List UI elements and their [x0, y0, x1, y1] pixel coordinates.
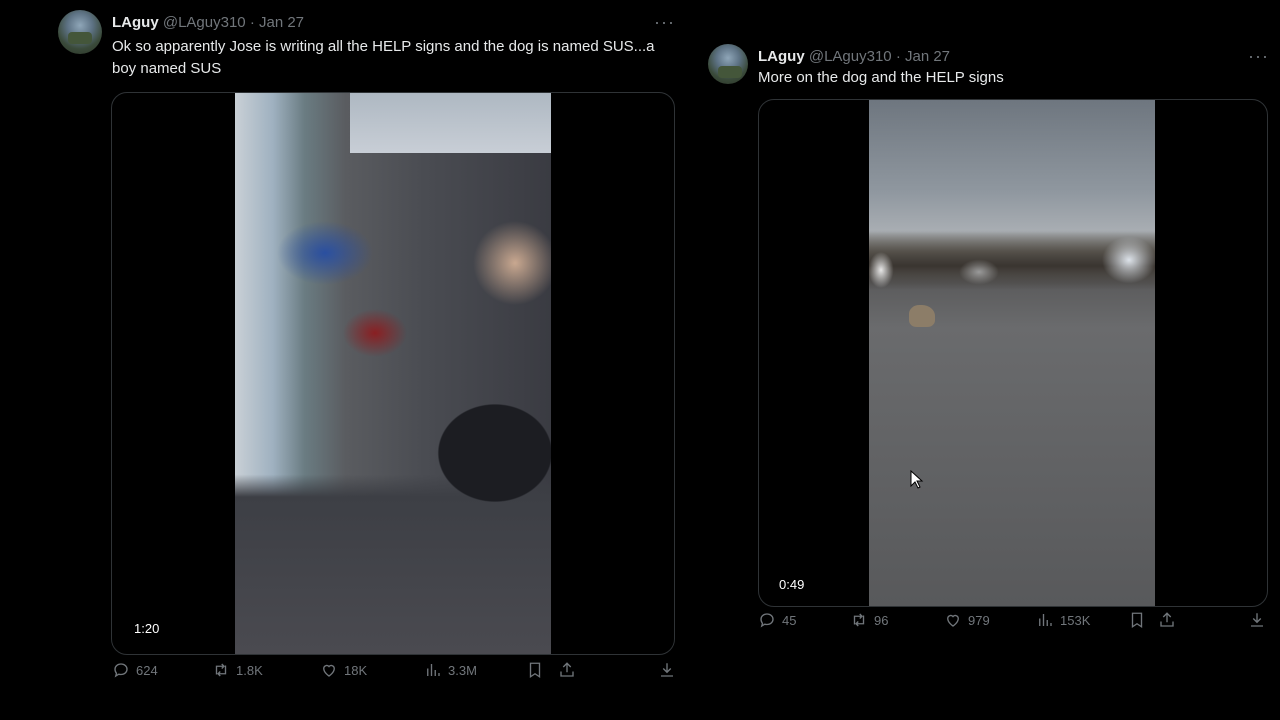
views-button[interactable]: 3.3M: [424, 661, 477, 679]
separator: ·: [249, 14, 255, 31]
view-count: 3.3M: [448, 662, 477, 678]
download-icon: [1251, 613, 1263, 627]
download-button[interactable]: [1248, 611, 1266, 629]
retweet-count: 1.8K: [236, 662, 263, 678]
tweet-text: Ok so apparently Jose is writing all the…: [112, 38, 655, 77]
more-options-icon[interactable]: ···: [654, 12, 675, 33]
views-button[interactable]: 153K: [1036, 611, 1090, 629]
like-count: 18K: [344, 662, 368, 678]
display-name[interactable]: LAguy: [112, 14, 159, 31]
share-icon: [1160, 612, 1174, 627]
reply-icon: [114, 663, 128, 678]
like-button[interactable]: 18K: [320, 661, 367, 679]
share-button[interactable]: [1158, 611, 1176, 629]
like-count: 979: [968, 612, 990, 628]
reply-button[interactable]: 624: [112, 661, 158, 679]
retweet-icon: [215, 663, 227, 677]
separator: ·: [895, 48, 901, 65]
bookmark-button[interactable]: [1128, 611, 1146, 629]
retweet-icon: [853, 613, 865, 627]
bookmark-icon: [1131, 612, 1143, 629]
video-player[interactable]: 0:49: [758, 99, 1268, 607]
tweet-header: LAguy @LAguy310 · Jan 27: [758, 48, 950, 65]
reply-button[interactable]: 45: [758, 611, 796, 629]
share-button[interactable]: [558, 661, 576, 679]
heart-icon: [947, 614, 959, 627]
video-duration: 1:20: [134, 621, 160, 636]
tweet-header: LAguy @LAguy310 · Jan 27: [112, 14, 304, 31]
retweet-button[interactable]: 1.8K: [212, 661, 263, 679]
view-count: 153K: [1060, 612, 1091, 628]
avatar[interactable]: [58, 10, 102, 54]
mouse-pointer-icon: [910, 470, 924, 489]
reply-icon: [760, 613, 774, 628]
video-duration: 0:49: [779, 577, 805, 592]
views-icon: [1039, 614, 1052, 626]
video-player[interactable]: 1:20: [111, 92, 675, 655]
like-button[interactable]: 979: [944, 611, 990, 629]
download-icon: [661, 663, 673, 677]
bookmark-button[interactable]: [526, 661, 544, 679]
download-button[interactable]: [658, 661, 676, 679]
tweet-text: More on the dog and the HELP signs: [758, 69, 1004, 86]
video-frame[interactable]: [235, 93, 551, 654]
reply-count: 45: [782, 612, 797, 628]
tweet-date[interactable]: Jan 27: [259, 14, 304, 31]
user-handle[interactable]: @LAguy310: [809, 48, 892, 65]
share-icon: [560, 662, 574, 677]
more-options-icon[interactable]: ···: [1248, 46, 1269, 67]
retweet-count: 96: [874, 612, 889, 628]
bookmark-icon: [529, 662, 541, 679]
video-frame[interactable]: [869, 100, 1155, 606]
reply-count: 624: [136, 662, 158, 678]
display-name[interactable]: LAguy: [758, 48, 805, 65]
tweet-date[interactable]: Jan 27: [905, 48, 950, 65]
heart-icon: [323, 664, 335, 677]
avatar[interactable]: [708, 44, 748, 84]
retweet-button[interactable]: 96: [850, 611, 888, 629]
user-handle[interactable]: @LAguy310: [163, 14, 246, 31]
views-icon: [427, 664, 440, 676]
